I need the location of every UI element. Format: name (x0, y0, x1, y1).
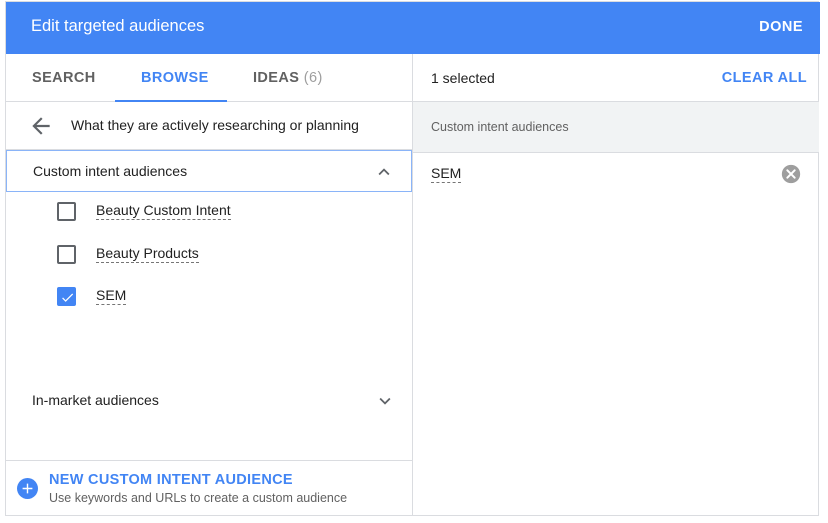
dialog-header: Edit targeted audiences DONE (6, 2, 820, 54)
list-item: Beauty Custom Intent (6, 192, 412, 232)
selected-item: SEM (413, 153, 819, 195)
selected-count: 1 selected (431, 70, 495, 86)
remove-circle-icon[interactable] (780, 163, 802, 185)
back-arrow-icon[interactable] (28, 113, 54, 139)
checkmark-icon (62, 293, 74, 302)
new-custom-intent-footer[interactable]: NEW CUSTOM INTENT AUDIENCE Use keywords … (6, 460, 412, 516)
item-label[interactable]: SEM (96, 287, 127, 305)
chevron-up-icon[interactable] (373, 161, 395, 183)
list-item: SEM (6, 277, 412, 317)
tab-ideas-count: (6) (303, 70, 323, 86)
item-label[interactable]: Beauty Products (96, 245, 199, 263)
group-label: In-market audiences (32, 392, 159, 408)
checkbox-sem[interactable] (57, 287, 76, 306)
new-custom-intent-button[interactable]: NEW CUSTOM INTENT AUDIENCE (49, 472, 293, 488)
chevron-down-icon[interactable] (374, 390, 396, 412)
tab-ideas-label: IDEAS (253, 70, 300, 86)
tab-search[interactable]: SEARCH (32, 70, 96, 86)
checkbox-beauty-products[interactable] (57, 245, 76, 264)
edit-audiences-dialog: Edit targeted audiences DONE SEARCH BROW… (5, 1, 820, 516)
done-button[interactable]: DONE (759, 19, 803, 35)
item-label[interactable]: Beauty Custom Intent (96, 202, 231, 220)
tab-bar: SEARCH BROWSE IDEAS (6) (6, 54, 412, 102)
checkbox-beauty-custom-intent[interactable] (57, 202, 76, 221)
clear-all-button[interactable]: CLEAR ALL (722, 70, 807, 86)
selected-item-label: SEM (431, 165, 462, 183)
section-label: Custom intent audiences (431, 120, 569, 134)
dialog-title: Edit targeted audiences (31, 17, 205, 35)
group-in-market[interactable]: In-market audiences (6, 380, 412, 422)
breadcrumb: What they are actively researching or pl… (6, 102, 412, 150)
footer-description: Use keywords and URLs to create a custom… (49, 491, 348, 505)
list-item: Beauty Products (6, 235, 412, 275)
plus-icon[interactable] (17, 478, 38, 499)
group-label: Custom intent audiences (33, 163, 188, 179)
selection-section-header: Custom intent audiences (413, 102, 819, 153)
selection-panel: 1 selected CLEAR ALL Custom intent audie… (413, 54, 819, 516)
browse-panel: SEARCH BROWSE IDEAS (6) What they are ac… (6, 54, 413, 516)
group-custom-intent[interactable]: Custom intent audiences (6, 150, 412, 192)
breadcrumb-text: What they are actively researching or pl… (71, 117, 359, 133)
tab-ideas[interactable]: IDEAS (6) (253, 70, 323, 86)
tab-browse[interactable]: BROWSE (141, 70, 209, 86)
selection-bar: 1 selected CLEAR ALL (413, 54, 819, 102)
